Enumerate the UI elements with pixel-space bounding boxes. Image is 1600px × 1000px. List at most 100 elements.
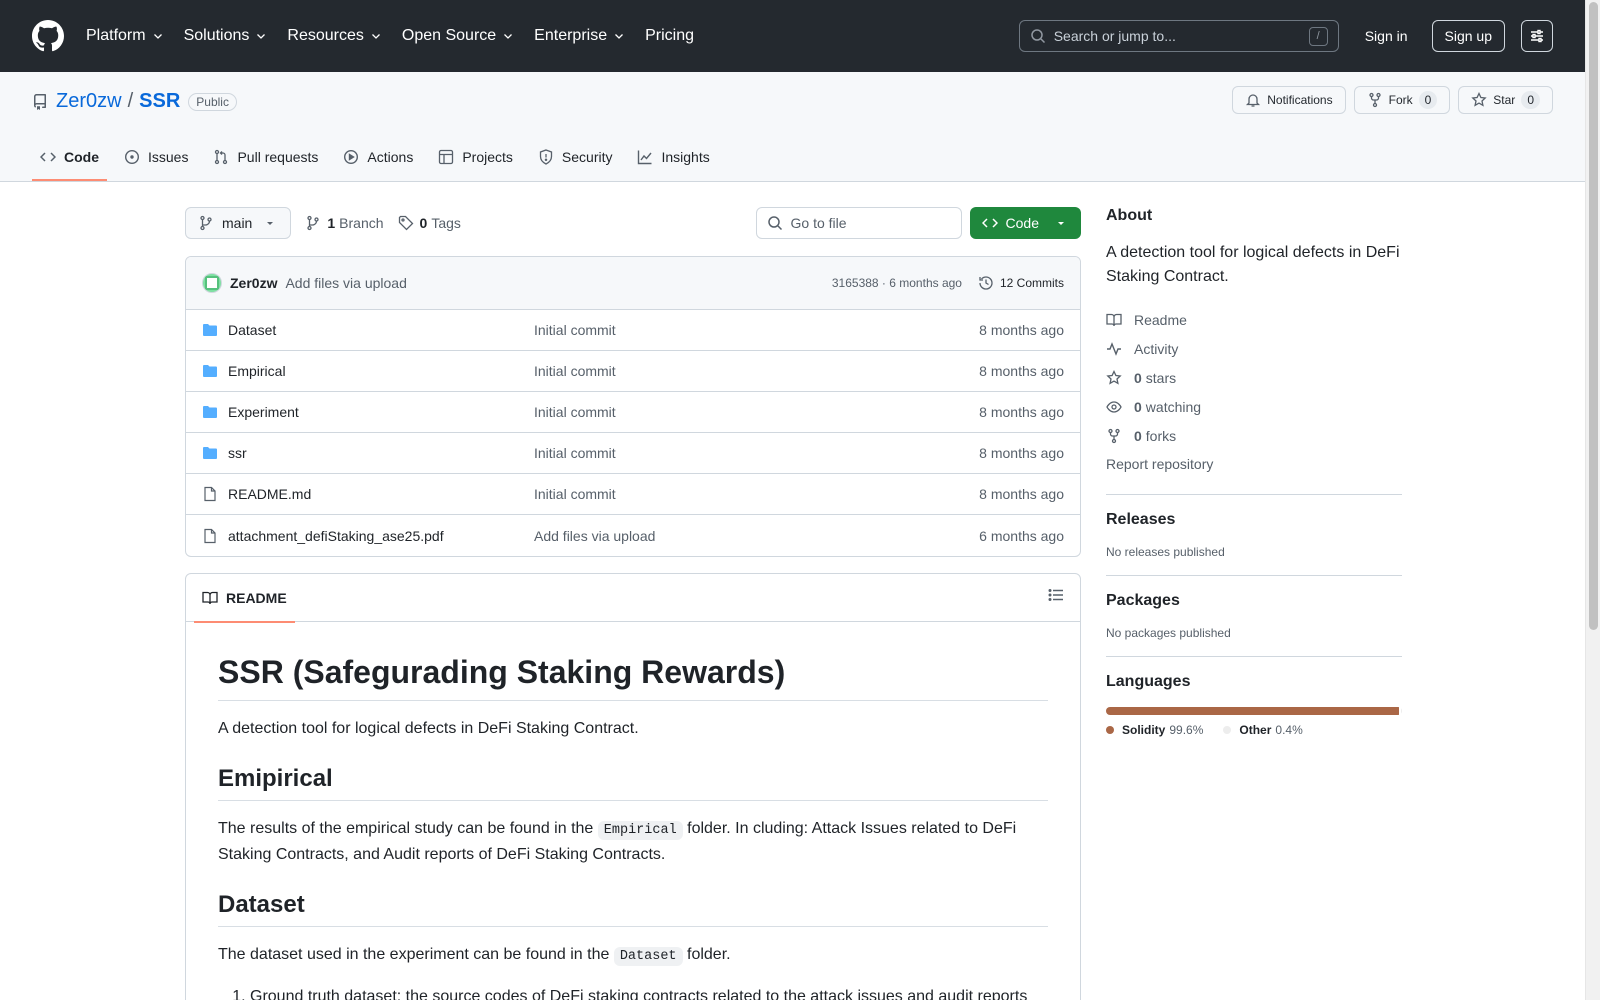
tab-pull-requests[interactable]: Pull requests bbox=[205, 149, 326, 181]
commit-message-link[interactable]: Add files via upload bbox=[285, 275, 406, 291]
scrollbar-thumb[interactable] bbox=[1589, 2, 1598, 630]
file-name: Empirical bbox=[228, 363, 286, 379]
nav-item-solutions[interactable]: Solutions bbox=[184, 27, 268, 45]
tags-link[interactable]: 0 Tags bbox=[398, 215, 461, 231]
branches-link[interactable]: 1 Branch bbox=[305, 215, 384, 231]
activity-link-label: Activity bbox=[1134, 340, 1179, 357]
commit-author-link[interactable]: Zer0zw bbox=[230, 275, 277, 291]
tab-projects[interactable]: Projects bbox=[430, 149, 521, 181]
repo-header: Zer0zw / SSR Public Notifications Fork 0… bbox=[0, 72, 1585, 182]
sign-up-button[interactable]: Sign up bbox=[1431, 20, 1505, 52]
repo-main-column: main 1 Branch 0 Tags Go to file Code Zer… bbox=[185, 207, 1081, 1000]
file-commit-message[interactable]: Add files via upload bbox=[534, 528, 979, 544]
notifications-button[interactable]: Notifications bbox=[1232, 86, 1346, 114]
global-search-input[interactable]: Search or jump to... / bbox=[1018, 20, 1339, 52]
folder-icon bbox=[203, 324, 217, 336]
code-download-button[interactable]: Code bbox=[969, 207, 1081, 239]
sign-in-link[interactable]: Sign in bbox=[1365, 28, 1408, 44]
readme-link[interactable]: Readme bbox=[1106, 305, 1402, 334]
tab-label: Projects bbox=[462, 149, 513, 165]
file-commit-message[interactable]: Initial commit bbox=[534, 322, 979, 338]
fork-icon bbox=[1108, 428, 1120, 443]
page-scrollbar[interactable] bbox=[1585, 0, 1600, 1000]
tab-security[interactable]: Security bbox=[530, 149, 621, 181]
branch-count-label: Branch bbox=[339, 215, 384, 231]
table-row[interactable]: README.md Initial commit 8 months ago bbox=[186, 474, 1080, 515]
table-row[interactable]: Dataset Initial commit 8 months ago bbox=[186, 310, 1080, 351]
activity-link[interactable]: Activity bbox=[1106, 334, 1402, 363]
repo-name-link[interactable]: SSR bbox=[139, 90, 180, 113]
visibility-badge: Public bbox=[188, 92, 237, 111]
file-commit-message[interactable]: Initial commit bbox=[534, 486, 979, 502]
tab-label: Insights bbox=[661, 149, 710, 165]
bell-icon bbox=[1246, 94, 1261, 107]
language-bar-segment[interactable] bbox=[1106, 707, 1399, 715]
branch-selector[interactable]: main bbox=[185, 207, 292, 239]
commit-history-link[interactable]: 12 Commits bbox=[978, 275, 1064, 291]
nav-item-platform[interactable]: Platform bbox=[86, 27, 164, 45]
table-row[interactable]: ssr Initial commit 8 months ago bbox=[186, 433, 1080, 474]
fork-button[interactable]: Fork 0 bbox=[1353, 86, 1451, 114]
repo-owner-link[interactable]: Zer0zw bbox=[56, 90, 122, 113]
file-name-link[interactable]: attachment_defiStaking_ase25.pdf bbox=[202, 528, 534, 544]
branch-count: 1 bbox=[327, 215, 336, 231]
report-repository-link[interactable]: Report repository bbox=[1106, 450, 1402, 478]
list-unordered-icon bbox=[1048, 589, 1063, 601]
repo-tabs: Code Issues Pull requests Actions Projec… bbox=[32, 149, 727, 181]
language-bar-segment[interactable] bbox=[1400, 707, 1402, 715]
table-row[interactable]: attachment_defiStaking_ase25.pdf Add file… bbox=[186, 515, 1080, 556]
file-name-link[interactable]: Empirical bbox=[202, 363, 534, 379]
releases-heading[interactable]: Releases bbox=[1106, 511, 1402, 529]
table-row[interactable]: Empirical Initial commit 8 months ago bbox=[186, 351, 1080, 392]
nav-item-pricing[interactable]: Pricing bbox=[645, 27, 694, 45]
nav-item-label: Resources bbox=[287, 27, 364, 44]
table-row[interactable]: Experiment Initial commit 8 months ago bbox=[186, 392, 1080, 433]
language-name: Other bbox=[1239, 723, 1272, 737]
repo-title: Zer0zw / SSR Public bbox=[32, 90, 237, 113]
forks-link[interactable]: 0 forks bbox=[1106, 421, 1402, 450]
star-button[interactable]: Star 0 bbox=[1458, 86, 1553, 114]
readme-dataset-list: Ground truth dataset: the source codes o… bbox=[250, 985, 1048, 1000]
fork-label: Fork bbox=[1388, 93, 1413, 107]
avatar[interactable] bbox=[202, 273, 222, 293]
go-to-file-input[interactable]: Go to file bbox=[755, 207, 962, 239]
graph-icon bbox=[638, 150, 653, 165]
file-name-link[interactable]: Experiment bbox=[202, 404, 534, 420]
tab-code[interactable]: Code bbox=[32, 149, 107, 181]
book-icon bbox=[1106, 313, 1122, 326]
code-icon bbox=[40, 152, 56, 162]
file-age: 8 months ago bbox=[979, 404, 1064, 420]
folder-icon bbox=[203, 447, 217, 459]
watching-link[interactable]: 0 watching bbox=[1106, 392, 1402, 421]
tab-insights[interactable]: Insights bbox=[629, 149, 717, 181]
pulse-icon bbox=[1107, 341, 1121, 356]
github-logo-icon[interactable] bbox=[32, 20, 64, 52]
file-name-link[interactable]: README.md bbox=[202, 486, 534, 502]
readme-tab[interactable]: README bbox=[194, 574, 295, 623]
nav-item-label: Solutions bbox=[183, 27, 250, 44]
language-item[interactable]: Other 0.4% bbox=[1223, 723, 1303, 737]
tag-count: 0 bbox=[419, 215, 428, 231]
tab-issues[interactable]: Issues bbox=[116, 149, 196, 181]
table-of-contents-button[interactable] bbox=[1048, 587, 1064, 608]
nav-item-resources[interactable]: Resources bbox=[287, 27, 381, 45]
stars-link[interactable]: 0 stars bbox=[1106, 363, 1402, 392]
file-commit-message[interactable]: Initial commit bbox=[534, 363, 979, 379]
nav-item-open-source[interactable]: Open Source bbox=[402, 27, 514, 45]
search-shortcut-key: / bbox=[1308, 26, 1328, 46]
branch-icon bbox=[307, 215, 320, 231]
file-commit-message[interactable]: Initial commit bbox=[534, 445, 979, 461]
pull-request-icon bbox=[215, 149, 228, 165]
file-list: Dataset Initial commit 8 months ago Empiric… bbox=[186, 310, 1080, 556]
sidebar-divider bbox=[1106, 656, 1402, 657]
packages-heading[interactable]: Packages bbox=[1106, 592, 1402, 610]
readme-content: SSR (Safegurading Staking Rewards) A det… bbox=[186, 622, 1080, 1000]
appearance-settings-button[interactable] bbox=[1521, 20, 1553, 52]
file-name-link[interactable]: Dataset bbox=[202, 322, 534, 338]
commit-hash-and-time[interactable]: 3165388 · 6 months ago bbox=[832, 276, 962, 290]
tab-actions[interactable]: Actions bbox=[335, 149, 421, 181]
file-commit-message[interactable]: Initial commit bbox=[534, 404, 979, 420]
file-name-link[interactable]: ssr bbox=[202, 445, 534, 461]
language-item[interactable]: Solidity 99.6% bbox=[1106, 723, 1203, 737]
nav-item-enterprise[interactable]: Enterprise bbox=[534, 27, 625, 45]
